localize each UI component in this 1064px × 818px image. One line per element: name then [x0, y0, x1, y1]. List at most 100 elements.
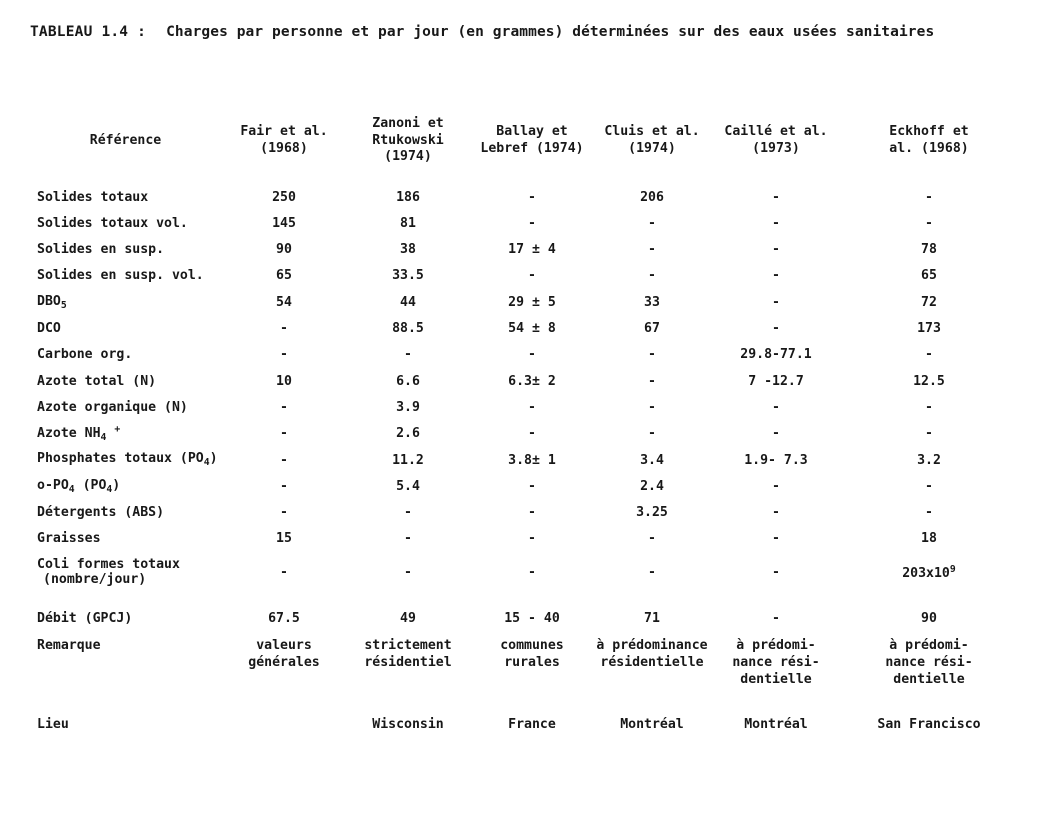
header-line: Caillé et al.: [724, 124, 828, 140]
data-cell: 78: [921, 242, 937, 258]
header-line: Ballay et: [496, 124, 568, 140]
data-cell: -: [772, 215, 780, 231]
data-cell: 15: [276, 531, 292, 547]
data-cell: -: [648, 242, 656, 258]
data-cell: 145: [272, 215, 296, 231]
data-cell: -: [648, 426, 656, 442]
data-cell: -: [280, 347, 288, 363]
row-label: o-PO4 (PO4): [37, 477, 121, 495]
data-cell: -: [404, 531, 412, 547]
header-cell-1: Fair et al. (1968): [224, 98, 344, 184]
data-cell: -: [280, 505, 288, 521]
row-label: Azote organique (N): [37, 399, 188, 415]
data-cell: -: [772, 399, 780, 415]
data-cell: -: [648, 399, 656, 415]
data-cell: -: [772, 294, 780, 310]
header-cell-4: Cluis et al. (1974): [592, 98, 712, 184]
table-row: Détergents (ABS) - - - 3.25 - -: [27, 500, 1018, 526]
header-cell-5: Caillé et al. (1973): [712, 98, 840, 184]
table-row: DBO5 54 44 29 ± 5 33 - 72: [27, 289, 1018, 315]
row-label: DBO5: [37, 293, 67, 311]
data-cell: 15 - 40: [504, 610, 560, 626]
lieu-row: Lieu Wisconsin France Montréal Montréal San F…: [27, 703, 1018, 746]
row-label: Débit (GPCJ): [37, 610, 133, 626]
data-cell: -: [528, 268, 536, 284]
data-cell: -: [772, 478, 780, 494]
data-cell: -: [772, 426, 780, 442]
remark-cell: valeurs générales: [248, 638, 320, 671]
header-line: (1968): [260, 141, 308, 156]
row-label: Solides totaux: [37, 189, 149, 205]
data-cell: -: [404, 564, 412, 580]
row-label: Carbone org.: [37, 347, 133, 363]
data-cell: -: [925, 215, 933, 231]
table-container: Référence Fair et al. (1968) Zanoni et Rtuko…: [27, 98, 1018, 746]
data-cell: -: [772, 268, 780, 284]
header-line: al. (1968): [889, 141, 969, 156]
table-row: Azote organique (N) - 3.9 - - - -: [27, 394, 1018, 420]
remark-cell: à prédomi-nance rési-dentielle: [732, 638, 820, 688]
table-row: Solides en susp. 90 38 17 ± 4 - - 78: [27, 237, 1018, 263]
table-row: Phosphates totaux (PO4) - 11.2 3.8± 1 3.4 1.9…: [27, 447, 1018, 473]
data-cell: -: [772, 564, 780, 580]
data-cell: 90: [276, 242, 292, 258]
header-line: Eckhoff et: [889, 124, 969, 140]
data-cell: -: [648, 564, 656, 580]
lieu-label: Lieu: [37, 717, 69, 733]
row-label: Coli formes totaux (nombre/jour): [37, 556, 180, 588]
header-line: (1974): [628, 141, 676, 156]
data-cell: -: [280, 426, 288, 442]
data-cell: -: [648, 373, 656, 389]
table-row: Débit (GPCJ) 67.5 49 15 - 40 71 - 90: [27, 592, 1018, 631]
table-row: Carbone org. - - - - 29.8-77.1 -: [27, 342, 1018, 368]
data-cell: 5.4: [396, 478, 420, 494]
data-cell: 67: [644, 321, 660, 337]
data-cell: 3.2: [917, 452, 941, 468]
data-cell: -: [772, 610, 780, 626]
data-cell: -: [528, 347, 536, 363]
header-line: (1973): [752, 141, 800, 156]
data-cell: 71: [644, 610, 660, 626]
header-line: Fair et al.: [240, 124, 328, 140]
data-cell: 250: [272, 189, 296, 205]
data-cell: 2.4: [640, 478, 664, 494]
data-cell: 12.5: [913, 373, 945, 389]
data-cell: 81: [400, 215, 416, 231]
row-label: DCO: [37, 321, 61, 337]
remark-cell: à prédomi-nance rési-dentielle: [885, 638, 973, 688]
charges-table: Référence Fair et al. (1968) Zanoni et Rtuko…: [27, 98, 1018, 746]
data-cell: -: [772, 242, 780, 258]
table-caption: TABLEAU 1.4 : Charges par personne et pa…: [30, 24, 1040, 54]
data-cell: -: [925, 505, 933, 521]
data-cell: 67.5: [268, 610, 300, 626]
remark-row: Remarque valeurs générales strictement résid…: [27, 631, 1018, 703]
data-cell: -: [528, 189, 536, 205]
data-cell: -: [528, 505, 536, 521]
table-row: Azote NH4 + - 2.6 - - - -: [27, 421, 1018, 447]
data-cell: -: [925, 347, 933, 363]
table-row: o-PO4 (PO4) - 5.4 - 2.4 - -: [27, 473, 1018, 499]
caption-label: TABLEAU 1.4 :: [30, 24, 147, 40]
lieu-cell: San Francisco: [877, 717, 981, 733]
row-label: Azote NH4 +: [37, 424, 121, 444]
table-header-row: Référence Fair et al. (1968) Zanoni et Rtuko…: [27, 98, 1018, 184]
lieu-cell: Wisconsin: [372, 717, 444, 733]
data-cell: -: [280, 478, 288, 494]
table-row: Graisses 15 - - - - 18: [27, 526, 1018, 552]
data-cell: 33.5: [392, 268, 424, 284]
data-cell: -: [528, 564, 536, 580]
data-cell: -: [925, 478, 933, 494]
row-label: Solides totaux vol.: [37, 215, 188, 231]
lieu-cell: Montréal: [744, 717, 808, 733]
data-cell: 65: [276, 268, 292, 284]
data-cell: -: [280, 399, 288, 415]
data-cell: -: [648, 347, 656, 363]
data-cell: 3.4: [640, 452, 664, 468]
data-cell: 54: [276, 294, 292, 310]
data-cell: 2.6: [396, 426, 420, 442]
data-cell: -: [648, 268, 656, 284]
table-row: DCO - 88.5 54 ± 8 67 - 173: [27, 315, 1018, 341]
data-cell: 1.9- 7.3: [744, 452, 808, 468]
data-cell: 65: [921, 268, 937, 284]
remark-cell: à prédominance résidentielle: [596, 638, 708, 671]
